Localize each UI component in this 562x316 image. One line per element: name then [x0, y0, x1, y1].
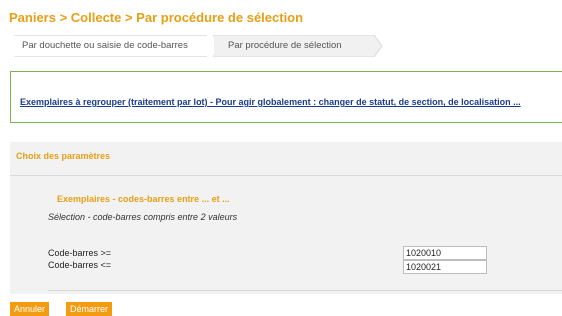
- panel-divider-bottom: [48, 290, 562, 291]
- panel-divider-top: [10, 175, 562, 176]
- barcode-min-label: Code-barres >=: [48, 248, 112, 258]
- barcode-max-input[interactable]: [403, 260, 487, 274]
- start-button[interactable]: Démarrer: [66, 302, 113, 316]
- batch-notice-box: Exemplaires à regrouper (traitement par …: [10, 71, 562, 123]
- tab-selection-procedure[interactable]: Par procédure de sélection: [214, 35, 374, 57]
- batch-processing-link[interactable]: Exemplaires à regrouper (traitement par …: [20, 97, 521, 107]
- tab-bar: Par douchette ou saisie de code-barres P…: [14, 35, 383, 57]
- section-description: Sélection - code-barres compris entre 2 …: [48, 212, 238, 222]
- cancel-button[interactable]: Annuler: [10, 302, 50, 316]
- section-title: Exemplaires - codes-barres entre ... et …: [57, 194, 230, 204]
- barcode-max-label: Code-barres <=: [48, 260, 112, 270]
- tab-selection-procedure-label: Par procédure de sélection: [228, 40, 342, 51]
- barcode-min-input[interactable]: [403, 246, 487, 260]
- parameters-panel: Choix des paramètres Exemplaires - codes…: [10, 142, 562, 294]
- panel-title: Choix des paramètres: [16, 151, 111, 161]
- tab-barcode-scan[interactable]: Par douchette ou saisie de code-barres: [14, 35, 222, 57]
- breadcrumb: Paniers > Collecte > Par procédure de sé…: [9, 10, 304, 25]
- tab-end-chevron: [374, 35, 383, 57]
- tab-barcode-scan-label: Par douchette ou saisie de code-barres: [22, 40, 188, 51]
